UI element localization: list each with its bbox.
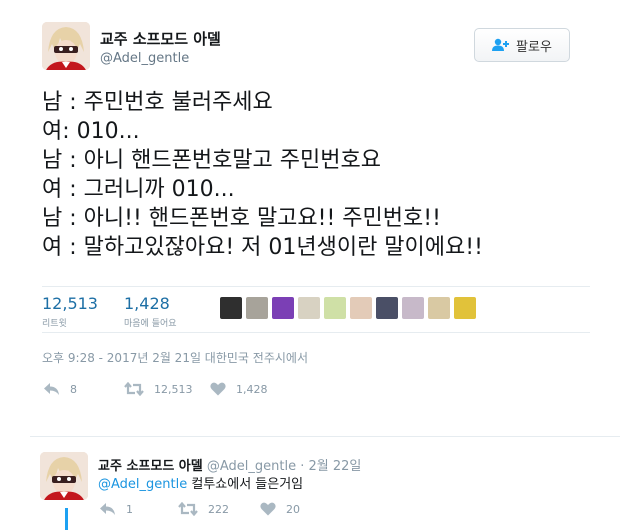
liker-avatar[interactable] — [428, 297, 450, 319]
reply-icon — [100, 503, 115, 515]
liker-avatar[interactable] — [272, 297, 294, 319]
likes-label: 마음에 들어요 — [124, 319, 177, 329]
retweet-icon — [124, 382, 144, 396]
reply-author-avatar[interactable] — [40, 452, 88, 500]
likes-stat[interactable]: 1,428 마음에 들어요 — [124, 294, 177, 329]
tweet-line: 남 : 아니!! 핸드폰번호 말고요!! 주민번호!! — [42, 206, 441, 231]
divider — [42, 286, 590, 287]
liker-avatar[interactable] — [324, 297, 346, 319]
reply-author-name[interactable]: 교주 소프모드 아델 — [98, 459, 203, 474]
tweet-text: 남 : 주민번호 불러주세요 여: 010... 남 : 아니 핸드폰번호말고 … — [42, 88, 612, 262]
reply-header: 교주 소프모드 아델 @Adel_gentle · 2월 22일 — [98, 455, 361, 474]
liker-avatar[interactable] — [350, 297, 372, 319]
reply-retweet-button[interactable]: 222 — [178, 502, 229, 516]
divider — [42, 332, 590, 333]
divider — [30, 436, 620, 437]
tweet-line: 여: 010... — [42, 119, 140, 144]
retweet-label: 리트윗 — [42, 319, 67, 329]
reply-reply-button[interactable]: 1 — [100, 502, 133, 516]
reply-count: 8 — [70, 382, 77, 396]
tweet-line: 여 : 그러니까 010... — [42, 177, 235, 202]
tweet-line: 남 : 아니 핸드폰번호말고 주민번호요 — [42, 148, 381, 173]
reply-text: @Adel_gentle 컬투쇼에서 들은거임 — [98, 473, 303, 492]
reply-author-handle[interactable]: @Adel_gentle — [207, 459, 296, 474]
liker-avatars — [220, 297, 476, 319]
tweet-line: 여 : 말하고있잖아요! 저 01년생이란 말이에요!! — [42, 235, 483, 260]
reply-retweet-count: 222 — [208, 502, 229, 516]
anime-avatar-image — [42, 22, 90, 70]
anime-avatar-image — [40, 452, 88, 500]
author-handle[interactable]: @Adel_gentle — [100, 51, 189, 66]
tweet-timestamp[interactable]: 오후 9:28 - 2017년 2월 21일 대한민국 전주시에서 — [42, 349, 308, 366]
reply-like-button[interactable]: 20 — [260, 502, 300, 516]
retweet-button[interactable]: 12,513 — [124, 382, 193, 396]
like-action-count: 1,428 — [236, 382, 268, 396]
liker-avatar[interactable] — [402, 297, 424, 319]
likes-count: 1,428 — [124, 294, 170, 313]
liker-avatar[interactable] — [246, 297, 268, 319]
retweet-stat[interactable]: 12,513 리트윗 — [42, 294, 98, 329]
retweet-action-count: 12,513 — [154, 382, 193, 396]
reply-icon — [44, 383, 59, 395]
author-avatar[interactable] — [42, 22, 90, 70]
mention-link[interactable]: @Adel_gentle — [98, 477, 187, 492]
add-user-icon — [492, 38, 510, 51]
follow-button[interactable]: 팔로우 — [474, 28, 570, 62]
reply-reply-count: 1 — [126, 502, 133, 516]
tweet-line: 남 : 주민번호 불러주세요 — [42, 90, 273, 115]
reply-button[interactable]: 8 — [44, 382, 77, 396]
author-name[interactable]: 교주 소프모드 아델 — [100, 28, 221, 49]
heart-icon — [210, 382, 226, 396]
liker-avatar[interactable] — [454, 297, 476, 319]
heart-icon — [260, 502, 276, 516]
reply-date[interactable]: · 2월 22일 — [300, 459, 361, 474]
liker-avatar[interactable] — [376, 297, 398, 319]
reply-like-count: 20 — [286, 502, 300, 516]
retweet-icon — [178, 502, 198, 516]
liker-avatar[interactable] — [298, 297, 320, 319]
liker-avatar[interactable] — [220, 297, 242, 319]
retweet-count: 12,513 — [42, 294, 98, 313]
reply-body: 컬투쇼에서 들은거임 — [191, 477, 304, 492]
thread-connector — [65, 508, 68, 530]
follow-label: 팔로우 — [516, 39, 552, 55]
like-button[interactable]: 1,428 — [210, 382, 268, 396]
